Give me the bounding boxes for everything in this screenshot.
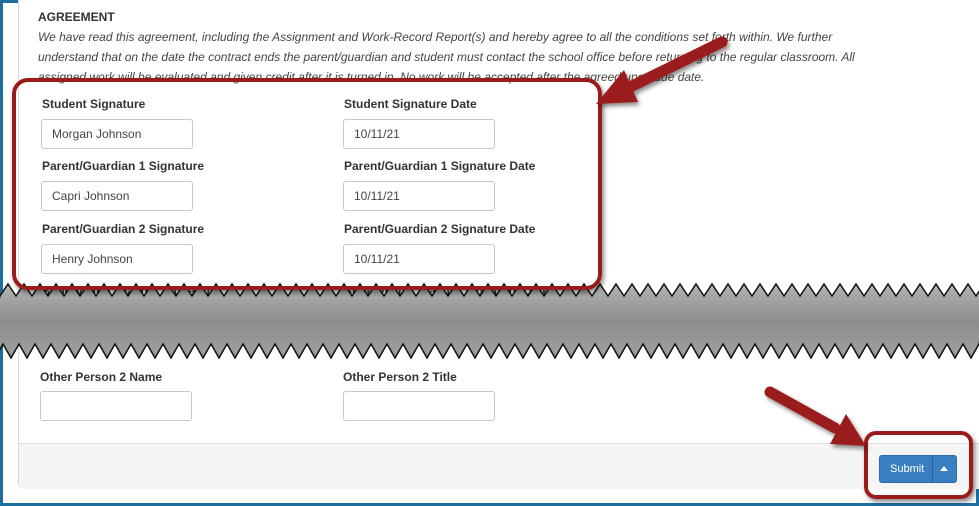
- annotation-arrows: [596, 36, 866, 446]
- arrow-to-submit-icon: [764, 386, 866, 446]
- arrow-to-signatures-icon: [596, 36, 728, 104]
